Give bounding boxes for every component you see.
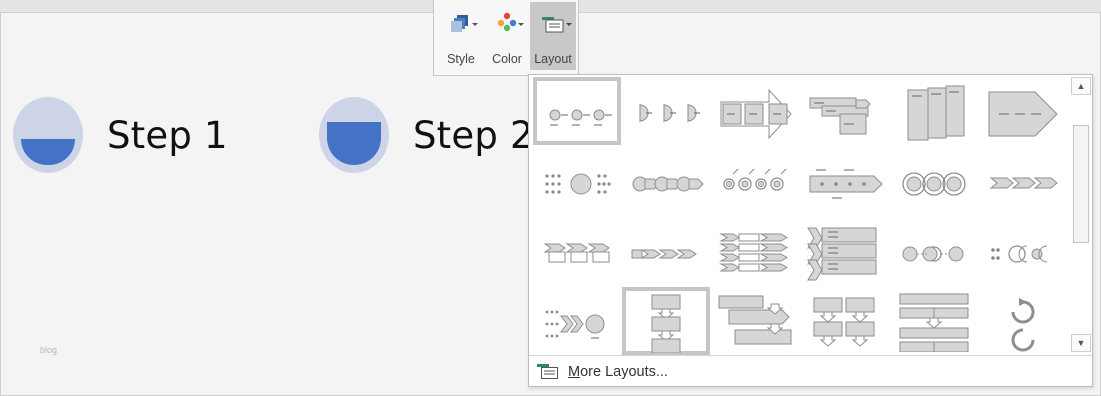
step-2[interactable]: Step 2 [319,96,534,174]
scroll-down-button[interactable]: ▼ [1071,334,1091,352]
layout-thumb-circle-arrow-process[interactable] [622,147,710,215]
layout-thumb-grid-arrows[interactable] [800,287,888,355]
layout-thumb-accent-chevron-list[interactable] [711,217,799,285]
layout-thumb-upward-arrow[interactable] [979,77,1067,145]
layout-thumb-vertical-chevron-list[interactable] [800,217,888,285]
layout-thumb-graphic [809,169,883,199]
layout-thumb-graphic [1011,298,1035,352]
layout-label: Layout [534,52,572,66]
layout-thumb-timeline-arrow[interactable] [800,147,888,215]
smartart-toolbar: Style Color Layout [433,0,579,76]
layout-thumb-basic-chevron[interactable] [622,217,710,285]
layout-thumb-staggered-process[interactable] [800,77,888,145]
layout-thumb-graphic [720,88,792,140]
layout-thumb-graphic [907,85,965,141]
gallery-scrollbar[interactable]: ▲ ▼ [1071,77,1091,352]
layout-thumb-graphic [902,246,964,262]
step-2-fill [327,122,381,165]
layout-thumb-graphic [545,310,605,339]
layout-thumb-graphic [639,104,700,122]
layout-thumb-interconnected-block[interactable] [533,217,621,285]
layout-thumb-graphic [809,97,871,135]
layout-thumb-graphic [549,109,612,126]
layout-thumb-stacked-list-arrows[interactable] [890,287,978,355]
style-label: Style [447,52,475,66]
style-icon [441,8,481,40]
style-button[interactable]: Style [438,2,484,70]
step-2-label: Step 2 [413,113,534,157]
step-1-label: Step 1 [107,113,228,157]
layout-thumb-graphic [543,243,610,263]
more-layouts-icon [537,363,559,381]
step-1[interactable]: Step 1 [13,96,228,174]
layout-thumb-process-dots-chevrons[interactable] [533,287,621,355]
more-layouts-label: More Layouts... [568,363,668,380]
layout-thumb-step-down-tabs[interactable] [890,77,978,145]
layout-thumb-graphic [632,176,704,192]
layout-thumb-staggered-list-arrows[interactable] [711,287,799,355]
layout-thumb-graphic [631,249,697,259]
layout-thumb-graphic [651,294,681,353]
step-2-circle [319,97,389,173]
scroll-up-button[interactable]: ▲ [1071,77,1091,95]
layout-thumb-graphic [988,91,1058,137]
layout-icon [533,8,573,40]
layout-thumb-continuous-arrow-process[interactable] [711,77,799,145]
step-1-circle [13,97,83,173]
layout-thumb-opposing-ideas[interactable] [979,217,1067,285]
layout-thumb-graphic [719,233,788,272]
color-button[interactable]: Color [484,2,530,70]
layout-thumb-circle-accent-timeline[interactable] [622,77,710,145]
layout-thumb-graphic [902,172,966,196]
more-layouts-button[interactable]: More Layouts... [529,355,1092,387]
scroll-thumb[interactable] [1073,125,1089,243]
color-icon [487,8,527,40]
layout-thumb-circle-alternating[interactable] [890,217,978,285]
layout-thumb-basic-bending-process[interactable] [622,287,710,355]
layout-thumb-graphic [989,177,1058,189]
layout-thumb-graphic [813,297,875,347]
layout-thumb-circle-process-dots[interactable] [533,147,621,215]
layout-thumb-repeating-circle-process[interactable] [711,147,799,215]
layout-thumb-circular-arrows[interactable] [979,287,1067,355]
layout-thumb-chevron-process[interactable] [979,147,1067,215]
layout-thumb-basic-timeline[interactable] [533,77,621,145]
watermark: blog [40,345,58,355]
layout-gallery-dropdown: ▲ ▼ More Layouts... [528,74,1093,387]
layout-thumb-graphic [807,227,877,281]
layout-thumb-linked-circles[interactable] [890,147,978,215]
layout-thumb-graphic [723,168,787,191]
layout-thumb-graphic [718,295,792,345]
layout-thumb-graphic [899,293,969,352]
layout-thumb-graphic [545,173,611,195]
layout-thumb-graphic [991,245,1048,263]
step-1-fill [21,139,75,165]
color-label: Color [492,52,522,66]
layout-button[interactable]: Layout [530,2,576,70]
